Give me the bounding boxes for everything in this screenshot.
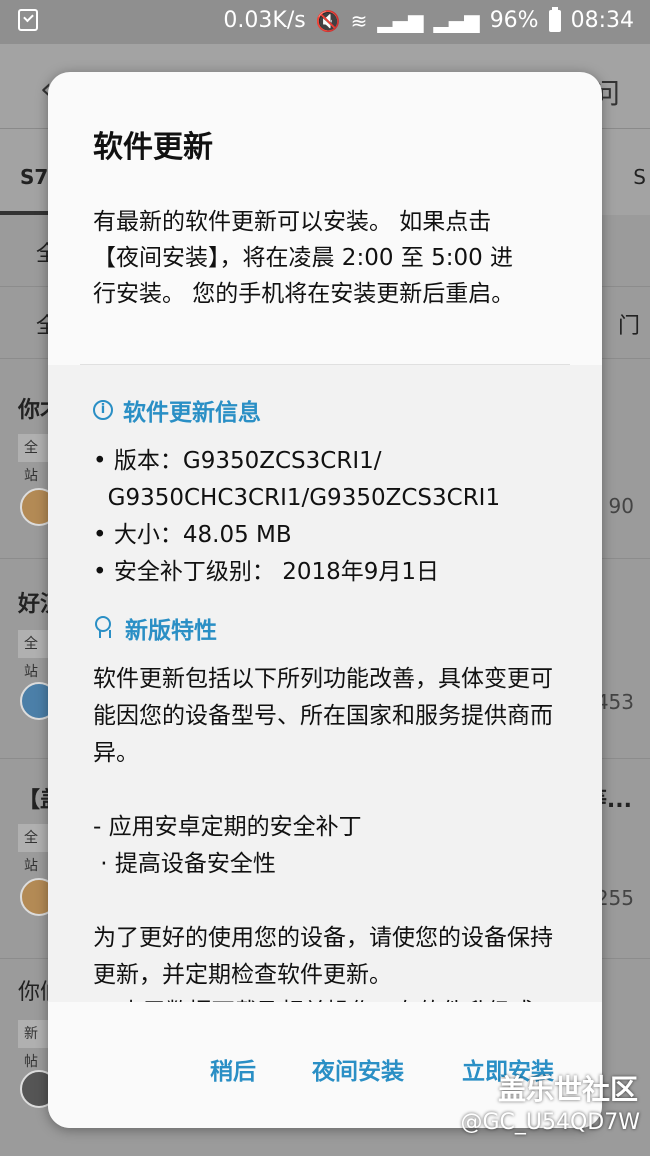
info-size: • 大小：48.05 MB xyxy=(93,522,292,548)
bg-filter-right: 门 xyxy=(617,314,640,339)
bg-post-chip: 新帖 xyxy=(18,1020,48,1070)
features-section-heading: 新版特性 xyxy=(93,611,217,645)
bg-post-chip: 全站 xyxy=(18,434,48,484)
bg-post-count: 90 xyxy=(608,494,634,518)
task-check-icon xyxy=(18,9,38,31)
features-para-2: 为了更好的使用您的设备，请使您的设备保持更新，并定期检查软件更新。 xyxy=(93,925,553,988)
battery-percent: 96% xyxy=(489,8,539,33)
status-right: 0.03K/s 🔇 ≋ ▂▄▆ ▂▄▆ 96% 08:34 xyxy=(223,6,634,33)
mute-icon: 🔇 xyxy=(315,8,341,33)
info-section-heading: i 软件更新信息 xyxy=(93,393,261,427)
signal-icon-2: ▂▄▆ xyxy=(433,8,480,33)
info-version-2: G9350CHC3CRI1/G9350ZCS3CRI1 xyxy=(93,485,501,511)
info-icon: i xyxy=(93,400,113,420)
night-install-button[interactable]: 夜间安装 xyxy=(312,1052,404,1086)
status-bar: 0.03K/s 🔇 ≋ ▂▄▆ ▂▄▆ 96% 08:34 xyxy=(0,0,650,44)
features-item-2: · 提高设备安全性 xyxy=(93,851,276,877)
battery-icon xyxy=(548,6,561,32)
update-details-scroll[interactable]: i 软件更新信息 • 版本：G9350ZCS3CRI1/ G9350CHC3CR… xyxy=(48,365,602,1002)
features-heading-text: 新版特性 xyxy=(125,618,217,644)
watermark-brand: 盖乐世社区 xyxy=(497,1073,638,1106)
bg-post-chip: 全站 xyxy=(18,824,48,874)
tab-s7[interactable]: S7 xyxy=(20,165,48,189)
info-heading-text: 软件更新信息 xyxy=(123,400,261,426)
later-button[interactable]: 稍后 xyxy=(210,1052,256,1086)
tab-s[interactable]: S xyxy=(633,165,646,189)
dialog-title: 软件更新 xyxy=(93,130,213,165)
features-para-1: 软件更新包括以下所列功能改善，具体变更可能因您的设备型号、所在国家和服务提供商而… xyxy=(93,666,553,766)
wifi-icon: ≋ xyxy=(350,8,368,33)
info-version-1: • 版本：G9350ZCS3CRI1/ xyxy=(93,448,382,474)
software-update-dialog: 软件更新 有最新的软件更新可以安装。 如果点击【夜间安装】，将在凌晨 2:00 … xyxy=(48,72,602,1128)
signal-icon: ▂▄▆ xyxy=(377,8,424,33)
features-para-3: ※ 由于数据下载及相关操作，在软件升级或更新期间，设备的温度可能 xyxy=(93,994,553,1002)
bg-post-chip: 全站 xyxy=(18,630,48,680)
features-item-1: - 应用安卓定期的安全补丁 xyxy=(93,814,362,840)
dialog-intro: 有最新的软件更新可以安装。 如果点击【夜间安装】，将在凌晨 2:00 至 5:0… xyxy=(93,209,515,307)
features-body: 软件更新包括以下所列功能改善，具体变更可能因您的设备型号、所在国家和服务提供商而… xyxy=(93,661,553,1002)
info-patch: • 安全补丁级别： 2018年9月1日 xyxy=(93,559,439,585)
clock: 08:34 xyxy=(570,8,634,33)
award-badge-icon xyxy=(93,616,115,640)
net-speed: 0.03K/s xyxy=(223,8,306,33)
info-list: • 版本：G9350ZCS3CRI1/ G9350CHC3CRI1/G9350Z… xyxy=(93,443,573,591)
watermark-user: @GC_U54QD7W xyxy=(460,1110,640,1135)
